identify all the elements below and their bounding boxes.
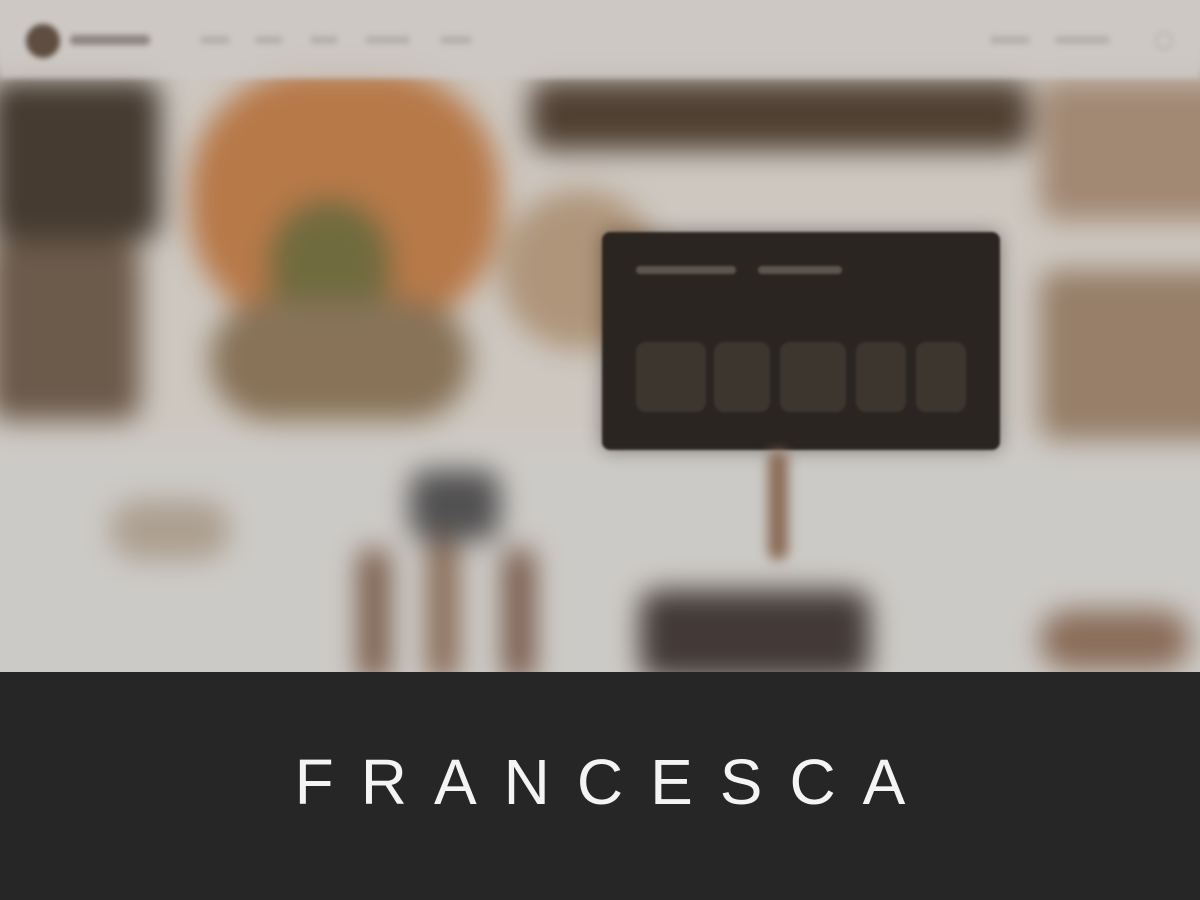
- hero-tint-overlay: [0, 0, 1200, 672]
- nav-link[interactable]: [440, 36, 472, 44]
- nav-link-right[interactable]: [1055, 36, 1110, 44]
- logo-mark-icon[interactable]: [26, 24, 60, 58]
- card-text-line: [636, 266, 736, 274]
- circle-icon[interactable]: [1155, 32, 1173, 50]
- hero-background-photo: [0, 0, 1200, 672]
- card-text-line: [758, 266, 842, 274]
- brand-title: FRANCESCA: [294, 746, 933, 818]
- nav-link[interactable]: [200, 36, 230, 44]
- card-lettering: [916, 342, 966, 412]
- card-lettering: [780, 342, 846, 412]
- logo-wordmark[interactable]: [70, 35, 150, 45]
- card-stand: [768, 450, 788, 560]
- nav-link[interactable]: [365, 36, 410, 44]
- top-navigation: [0, 0, 1200, 78]
- nav-link[interactable]: [310, 36, 338, 44]
- nav-link-right[interactable]: [990, 36, 1030, 44]
- nav-link[interactable]: [255, 36, 283, 44]
- menu-card: [602, 232, 1000, 450]
- card-lettering: [636, 342, 706, 412]
- card-lettering: [714, 342, 770, 412]
- card-lettering: [856, 342, 906, 412]
